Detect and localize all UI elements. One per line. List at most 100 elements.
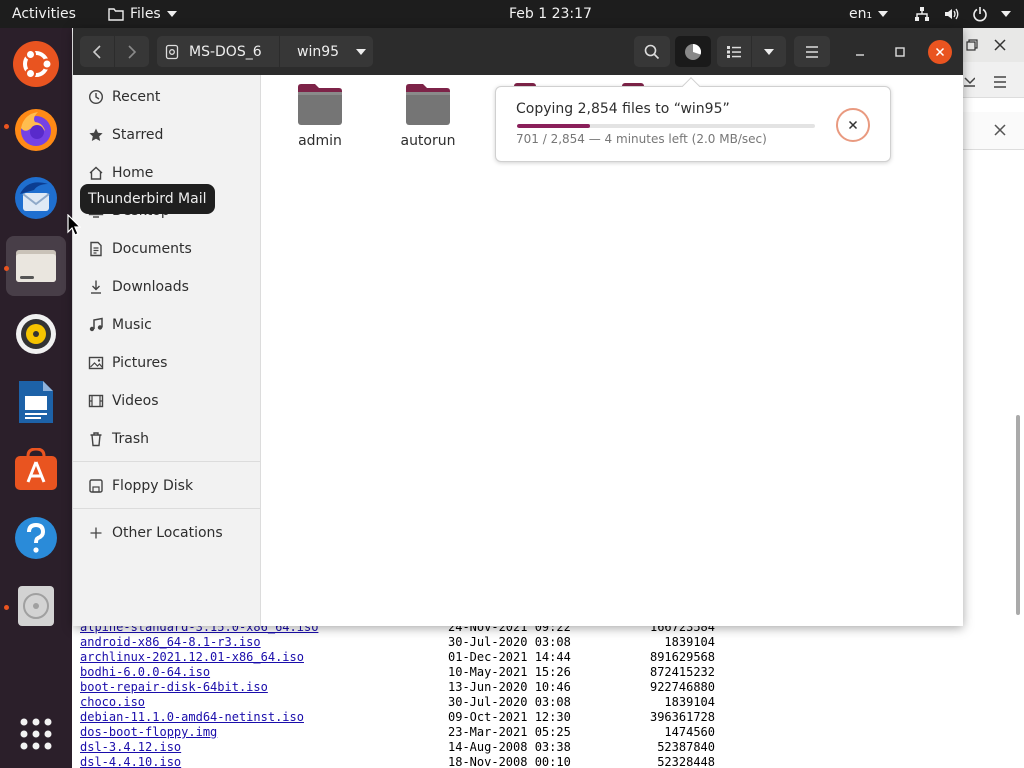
listing-link[interactable]: choco.iso [80,695,145,710]
sidebar-item-label: Floppy Disk [112,478,194,494]
sidebar-item-starred[interactable]: Starred [73,116,260,154]
listing-link[interactable]: boot-repair-disk-64bit.iso [80,680,268,695]
operation-progress-fill [517,124,591,128]
close-button[interactable] [928,40,952,64]
sidebar-item-floppy-disk[interactable]: Floppy Disk [73,467,260,505]
trash-icon [88,431,104,447]
listing-link[interactable]: android-x86_64-8.1-r3.iso [80,635,261,650]
sidebar-item-music[interactable]: Music [73,306,260,344]
listing-date: 13-Jun-2020 10:46 [448,680,571,694]
star-icon [88,127,104,143]
operation-title: Copying 2,854 files to “win95” [516,101,730,117]
thunderbird-icon[interactable] [6,168,66,228]
browser-findbar [963,112,1024,150]
listing-link[interactable]: dsl-3.4.12.iso [80,740,181,755]
folder-icon [298,84,342,125]
language-indicator[interactable]: en₁ [849,0,889,28]
sidebar-item-videos[interactable]: Videos [73,382,260,420]
listing-date: 30-Jul-2020 03:08 [448,635,571,649]
breadcrumb-folder-label: win95 [297,43,340,60]
firefox-icon[interactable] [6,100,66,160]
search-icon [644,44,660,59]
sidebar-item-downloads[interactable]: Downloads [73,268,260,306]
cancel-operation-button[interactable] [836,108,870,142]
help-icon[interactable] [6,508,66,568]
listing-row: dos-boot-floppy.img 23-Mar-2021 05:25 1474… [80,725,740,740]
rhythmbox-icon[interactable] [6,304,66,364]
clock[interactable]: Feb 1 23:17 [509,0,592,28]
listing-size: 922746880 [649,680,715,694]
chevron-left-icon [92,44,101,59]
file-listing: alpine-standard-3.15.0-x86_64.iso 24-Nov-… [80,620,740,768]
folder-item-autorun[interactable]: autorun [378,83,478,163]
ubuntu-launcher-icon[interactable] [6,34,66,94]
maximize-icon [895,47,905,57]
list-view-icon [727,45,741,58]
close-icon [848,120,858,130]
listing-date: 14-Aug-2008 03:38 [448,740,571,754]
close-icon[interactable] [993,123,1007,137]
sidebar-item-recent[interactable]: Recent [73,78,260,116]
sidebar-item-label: Other Locations [112,525,223,541]
operations-button[interactable] [675,36,711,67]
main-menu-button[interactable] [794,36,830,67]
sidebar-item-documents[interactable]: Documents [73,230,260,268]
close-icon[interactable] [993,38,1007,52]
listing-link[interactable]: bodhi-6.0.0-64.iso [80,665,210,680]
listing-date: 18-Nov-2008 00:10 [448,755,571,768]
system-tray[interactable] [914,0,1011,28]
folder-item-admin[interactable]: admin [270,83,370,163]
operation-status: 701 / 2,854 — 4 minutes left (2.0 MB/sec… [516,132,767,146]
running-indicator [4,605,9,610]
sidebar-item-label: Trash [112,431,149,447]
background-browser-window [963,28,1024,628]
breadcrumb-disk[interactable]: MS-DOS_6 [157,36,279,67]
view-options-button[interactable] [752,36,786,67]
hamburger-menu-icon[interactable] [993,76,1007,88]
sidebar-item-other-locations[interactable]: Other Locations [73,514,260,552]
sidebar-item-pictures[interactable]: Pictures [73,344,260,382]
listing-link[interactable]: dos-boot-floppy.img [80,725,217,740]
view-toggle-button[interactable] [717,36,751,67]
forward-button[interactable] [115,36,149,67]
chevron-down-icon [166,11,177,17]
listing-date: 23-Mar-2021 05:25 [448,725,571,739]
show-applications-icon[interactable] [6,704,66,764]
maximize-button[interactable] [888,40,912,64]
back-button[interactable] [80,36,114,67]
video-icon [88,393,104,409]
folder-label: admin [298,133,342,149]
running-indicator [4,124,9,129]
download-icon [88,279,104,295]
sidebar-item-label: Documents [112,241,192,257]
floppy-icon [88,478,104,494]
music-icon [88,317,104,333]
libreoffice-writer-icon[interactable] [6,372,66,432]
sidebar-item-label: Recent [112,89,161,105]
sidebar: Recent Starred Home Desktop Documents Do… [73,75,261,626]
sidebar-item-trash[interactable]: Trash [73,420,260,458]
listing-link[interactable]: dsl-4.4.10.iso [80,755,181,768]
restore-icon[interactable] [966,39,978,51]
close-icon [935,47,945,57]
app-menu[interactable]: Files [108,0,177,28]
listing-link[interactable]: archlinux-2021.12.01-x86_64.iso [80,650,304,665]
listing-row: dsl-3.4.12.iso 14-Aug-2008 03:38 52387840 [80,740,740,755]
browser-titlebar [963,28,1024,62]
browser-scrollbar[interactable] [1016,415,1020,615]
sidebar-item-label: Home [112,165,154,181]
listing-link[interactable]: debian-11.1.0-amd64-netinst.iso [80,710,304,725]
ubuntu-software-icon[interactable] [6,440,66,500]
listing-size: 396361728 [649,710,715,724]
minimize-button[interactable] [848,40,872,64]
chevron-down-icon [878,11,889,17]
chevron-right-icon [128,44,137,59]
files-icon[interactable] [6,236,66,296]
top-bar: Activities Files Feb 1 23:17 en₁ [0,0,1024,28]
optical-disc-icon[interactable] [6,576,66,636]
breadcrumb-folder[interactable]: win95 [280,36,373,67]
activities-button[interactable]: Activities [12,0,76,28]
download-icon[interactable] [963,72,975,88]
search-button[interactable] [634,36,670,67]
sidebar-item-label: Downloads [112,279,189,295]
